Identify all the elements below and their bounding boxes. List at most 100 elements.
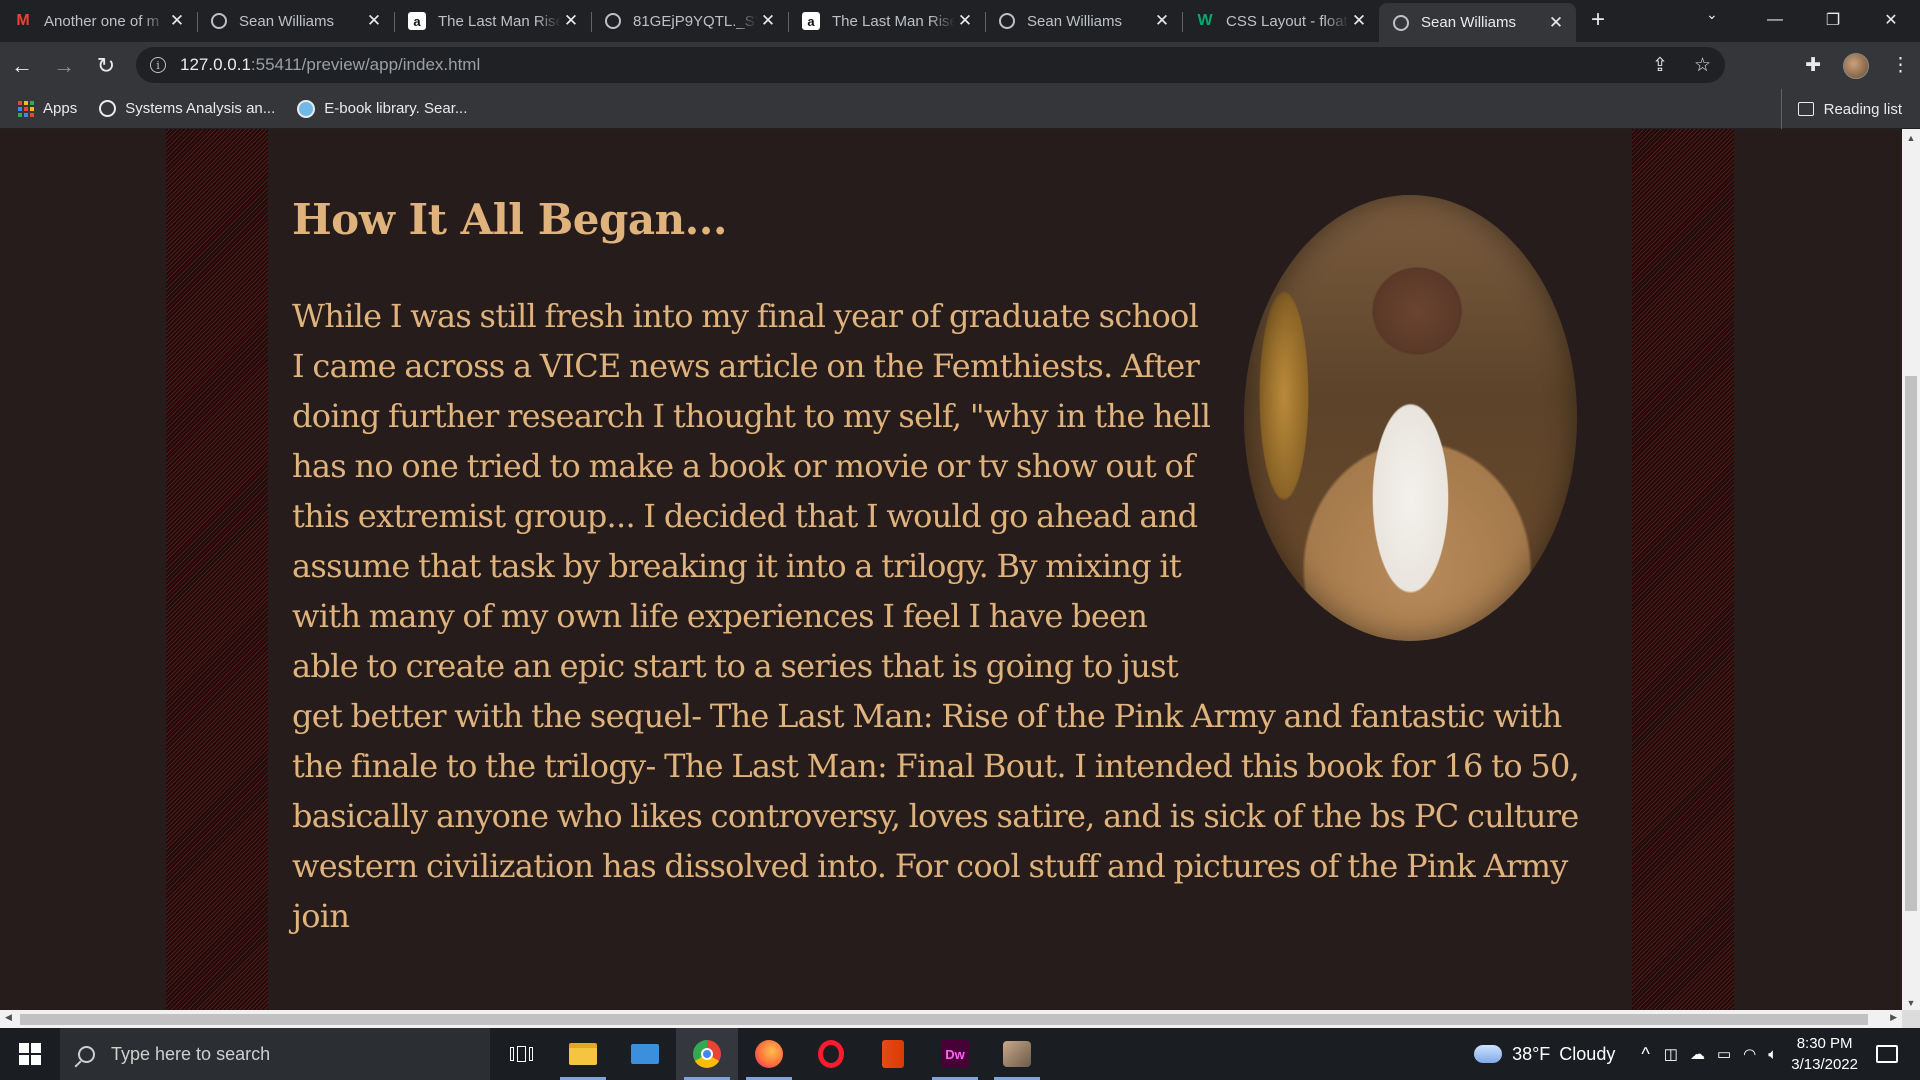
- chrome-icon[interactable]: [676, 1028, 738, 1080]
- notification-center-icon[interactable]: [1876, 1045, 1898, 1063]
- tab-5[interactable]: Sean Williams ✕: [985, 3, 1182, 39]
- bookmarks-bar: Apps Systems Analysis an... E-book libra…: [0, 89, 1920, 129]
- tab-title: The Last Man Rise: [832, 12, 955, 30]
- reading-list-label: Reading list: [1823, 100, 1902, 118]
- close-window-icon[interactable]: ✕: [1862, 0, 1920, 40]
- meet-now-icon[interactable]: ◫: [1664, 1045, 1678, 1063]
- windows-logo-icon: [19, 1043, 41, 1065]
- amazon-icon: a: [408, 12, 426, 30]
- omnibox-actions: ⇪ ☆: [1652, 47, 1711, 83]
- reload-icon[interactable]: ↻: [86, 46, 126, 86]
- tab-strip: M Another one of m ✕ Sean Williams ✕ a T…: [0, 0, 1920, 42]
- tab-title: The Last Man Rise: [438, 12, 561, 30]
- tab-6[interactable]: W CSS Layout - float ✕: [1182, 3, 1379, 39]
- mail-icon[interactable]: [614, 1028, 676, 1080]
- close-icon[interactable]: ✕: [1349, 11, 1369, 31]
- browser-toolbar: ← → ↻ i 127.0.0.1:55411/preview/app/inde…: [0, 42, 1920, 89]
- start-button[interactable]: [0, 1028, 60, 1080]
- close-icon[interactable]: ✕: [364, 11, 384, 31]
- close-icon[interactable]: ✕: [955, 11, 975, 31]
- taskbar-search[interactable]: Type here to search: [60, 1028, 490, 1080]
- weather-cloud-icon[interactable]: [1474, 1045, 1503, 1063]
- tab-7-active[interactable]: Sean Williams ✕: [1379, 3, 1576, 42]
- tab-title: Sean Williams: [1027, 12, 1123, 30]
- apps-grid-icon: [18, 100, 34, 117]
- reading-list-icon: [1797, 102, 1814, 116]
- tab-2[interactable]: a The Last Man Rise ✕: [394, 3, 591, 39]
- scroll-down-icon[interactable]: ▼: [1902, 998, 1920, 1008]
- horizontal-scrollbar[interactable]: ◀ ▶: [0, 1010, 1902, 1028]
- scroll-right-icon[interactable]: ▶: [1890, 1012, 1897, 1023]
- clock[interactable]: 8:30 PM 3/13/2022: [1791, 1033, 1858, 1075]
- decorative-stripe-left: [166, 129, 268, 1010]
- bookmark-label: Apps: [43, 100, 78, 117]
- author-portrait-image: [1244, 195, 1577, 641]
- toolbar-actions: ✚ ⋮: [1805, 42, 1910, 89]
- battery-icon[interactable]: ▭: [1717, 1045, 1731, 1063]
- vertical-scrollbar[interactable]: ▲ ▼: [1902, 129, 1920, 1010]
- decorative-stripe-right: [1632, 129, 1734, 1010]
- window-controls: — ❐ ✕: [1746, 0, 1920, 40]
- extensions-icon[interactable]: ✚: [1805, 54, 1821, 77]
- scrollbar-thumb[interactable]: [20, 1014, 1868, 1025]
- forward-icon[interactable]: →: [44, 46, 84, 86]
- wifi-icon[interactable]: ◠: [1743, 1045, 1756, 1063]
- profile-avatar[interactable]: [1843, 52, 1869, 79]
- onedrive-icon[interactable]: ☁: [1690, 1045, 1705, 1063]
- search-icon: [78, 1045, 95, 1063]
- game-icon[interactable]: [986, 1028, 1048, 1080]
- tab-3[interactable]: 81GEjP9YQTL._SY ✕: [591, 3, 788, 39]
- tab-0[interactable]: M Another one of m ✕: [0, 3, 197, 39]
- tab-search-icon[interactable]: ⌄: [1706, 6, 1718, 23]
- back-icon[interactable]: ←: [2, 46, 42, 86]
- office-icon[interactable]: [862, 1028, 924, 1080]
- tab-title: 81GEjP9YQTL._SY: [633, 12, 758, 30]
- dreamweaver-icon[interactable]: Dw: [924, 1028, 986, 1080]
- restore-icon[interactable]: ❐: [1804, 0, 1862, 40]
- share-icon[interactable]: ⇪: [1652, 54, 1668, 77]
- info-icon[interactable]: i: [150, 57, 166, 73]
- dreamweaver-label: Dw: [941, 1040, 969, 1068]
- scrollbar-thumb[interactable]: [1905, 376, 1917, 911]
- url-text[interactable]: 127.0.0.1:55411/preview/app/index.html: [180, 55, 480, 75]
- firefox-icon[interactable]: [738, 1028, 800, 1080]
- bookmark-star-icon[interactable]: ☆: [1694, 54, 1711, 77]
- content-column: How It All Began... While I was still fr…: [268, 129, 1632, 1010]
- tab-1[interactable]: Sean Williams ✕: [197, 3, 394, 39]
- bookmark-ebook-library[interactable]: E-book library. Sear...: [297, 99, 467, 118]
- close-icon[interactable]: ✕: [1546, 13, 1566, 33]
- tab-4[interactable]: a The Last Man Rise ✕: [788, 3, 985, 39]
- tab-title: Sean Williams: [1421, 14, 1517, 31]
- weather-temp[interactable]: 38°F: [1512, 1044, 1550, 1065]
- menu-icon[interactable]: ⋮: [1891, 54, 1910, 77]
- search-placeholder: Type here to search: [111, 1043, 271, 1064]
- globe-icon: [605, 13, 621, 29]
- w3schools-icon: W: [1197, 12, 1213, 29]
- bookmark-apps[interactable]: Apps: [18, 100, 77, 117]
- scroll-left-icon[interactable]: ◀: [5, 1012, 12, 1023]
- system-tray: 38°F Cloudy ^ ◫ ☁ ▭ ◠ 🔈︎ 8:30 PM 3/13/20…: [1474, 1028, 1920, 1080]
- scroll-up-icon[interactable]: ▲: [1902, 133, 1920, 143]
- globe-icon: [211, 13, 227, 29]
- globe-icon: [1393, 14, 1409, 31]
- close-icon[interactable]: ✕: [561, 11, 581, 31]
- tray-chevron-icon[interactable]: ^: [1641, 1044, 1649, 1065]
- close-icon[interactable]: ✕: [1152, 11, 1172, 31]
- close-icon[interactable]: ✕: [167, 11, 187, 31]
- clock-date: 3/13/2022: [1791, 1056, 1858, 1073]
- address-bar[interactable]: i 127.0.0.1:55411/preview/app/index.html…: [136, 47, 1725, 83]
- file-explorer-icon[interactable]: [552, 1028, 614, 1080]
- minimize-icon[interactable]: —: [1746, 0, 1804, 40]
- page-viewport: How It All Began... While I was still fr…: [0, 129, 1902, 1010]
- opera-icon[interactable]: [800, 1028, 862, 1080]
- bookmark-systems-analysis[interactable]: Systems Analysis an...: [99, 100, 275, 117]
- tab-title: Sean Williams: [239, 12, 335, 30]
- task-view-icon[interactable]: [490, 1028, 552, 1080]
- page-heading: How It All Began...: [292, 195, 727, 244]
- reading-list-button[interactable]: Reading list: [1780, 89, 1902, 129]
- weather-text[interactable]: Cloudy: [1559, 1044, 1615, 1065]
- new-tab-button[interactable]: +: [1576, 6, 1620, 34]
- close-icon[interactable]: ✕: [758, 11, 778, 31]
- globe-icon: [99, 100, 117, 117]
- volume-icon[interactable]: 🔈︎: [1768, 1046, 1777, 1063]
